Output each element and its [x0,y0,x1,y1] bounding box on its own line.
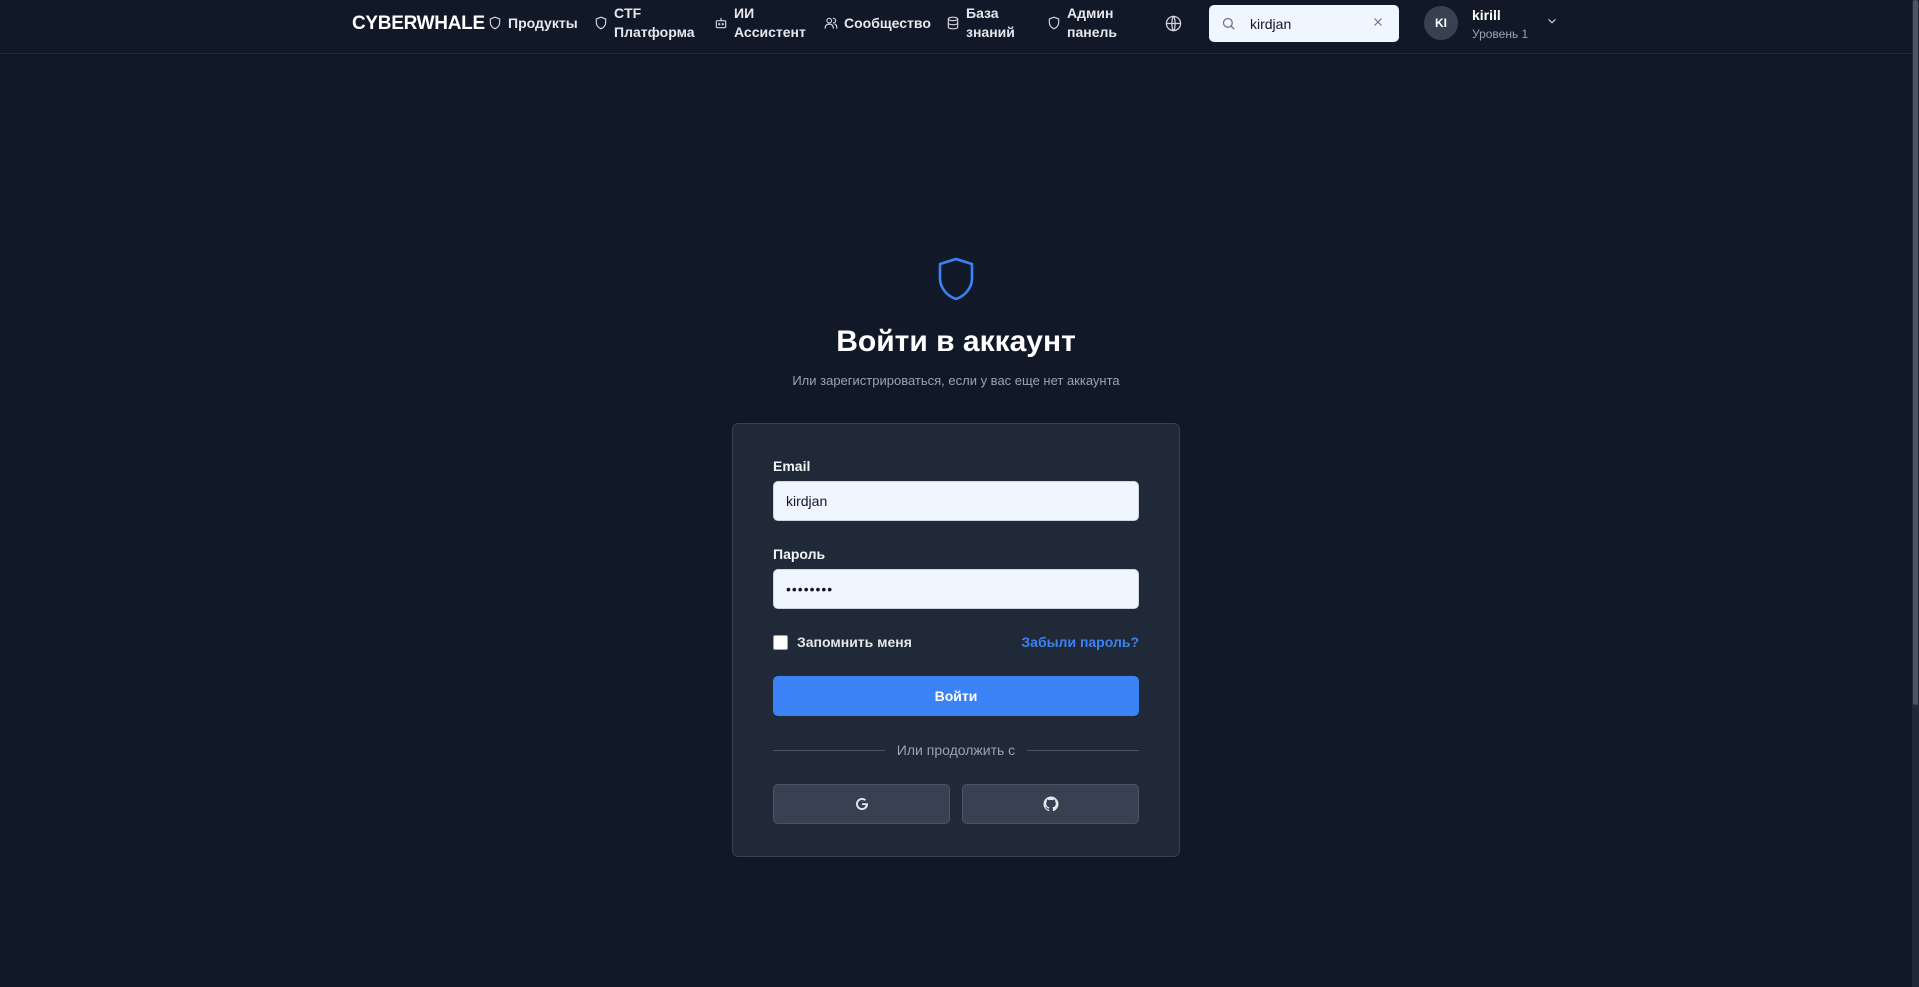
scrollbar[interactable] [1912,0,1919,987]
user-level: Уровень 1 [1472,27,1529,41]
nav-item-label: Продукты [508,14,578,31]
login-card: Email Пароль Запомнить меня Забыли парол… [732,423,1180,857]
page-subtitle: Или зарегистрироваться, если у вас еще н… [792,373,1120,388]
logo[interactable]: CYBERWHALE [352,13,485,35]
nav-item-admin-panel[interactable]: Админ панель [1047,0,1117,46]
nav-item-ctf-platform[interactable]: CTF Платформа [594,0,695,46]
checkbox[interactable] [773,634,788,650]
email-label: Email [773,458,811,474]
password-label: Пароль [773,546,826,562]
shield-icon [594,16,608,30]
top-navigation-bar: CYBERWHALE Продукты CTF Платформа ИИ Асс… [0,0,1912,54]
remember-me-label: Запомнить меня [797,634,912,650]
search-box [1209,5,1399,42]
nav-item-community[interactable]: Сообщество [824,0,931,46]
nav-item-knowledge-base[interactable]: База знаний [946,0,1015,46]
nav-item-label: Сообщество [844,14,931,31]
nav-item-label: Админ панель [1067,5,1117,40]
shield-icon [488,16,502,30]
avatar[interactable]: KI [1424,6,1458,40]
google-login-button[interactable] [773,784,950,824]
nav-item-products[interactable]: Продукты [488,0,578,46]
bot-icon [714,16,728,30]
clear-search-button[interactable] [1371,15,1387,31]
database-icon [946,16,960,30]
password-field[interactable] [773,569,1139,609]
github-icon [1043,796,1058,812]
divider-label: Или продолжить с [733,742,1179,758]
chevron-down-icon [1548,18,1556,24]
remember-me-checkbox[interactable]: Запомнить меня [773,634,912,650]
language-button[interactable] [1162,12,1184,34]
shield-icon [936,256,976,302]
nav-item-label: CTF Платформа [614,5,695,40]
divider-text: Или продолжить с [888,742,1024,758]
user-menu-button[interactable] [1545,14,1561,30]
shield-icon [1047,16,1061,30]
email-field[interactable] [773,481,1139,521]
github-login-button[interactable] [962,784,1139,824]
search-input[interactable] [1248,14,1368,33]
user-name[interactable]: kirill [1472,7,1501,23]
scrollbar-thumb[interactable] [1913,0,1918,705]
close-icon [1374,18,1382,26]
search-icon [1221,16,1236,31]
globe-icon [1165,15,1181,31]
users-icon [824,16,838,30]
google-icon [855,798,868,810]
forgot-password-link[interactable]: Забыли пароль? [1021,634,1139,650]
nav-item-label: ИИ Ассистент [734,5,806,40]
nav-item-label: База знаний [966,5,1015,40]
nav-item-ai-assistant[interactable]: ИИ Ассистент [714,0,806,46]
login-button[interactable]: Войти [773,676,1139,716]
page-title: Войти в аккаунт [836,325,1076,358]
